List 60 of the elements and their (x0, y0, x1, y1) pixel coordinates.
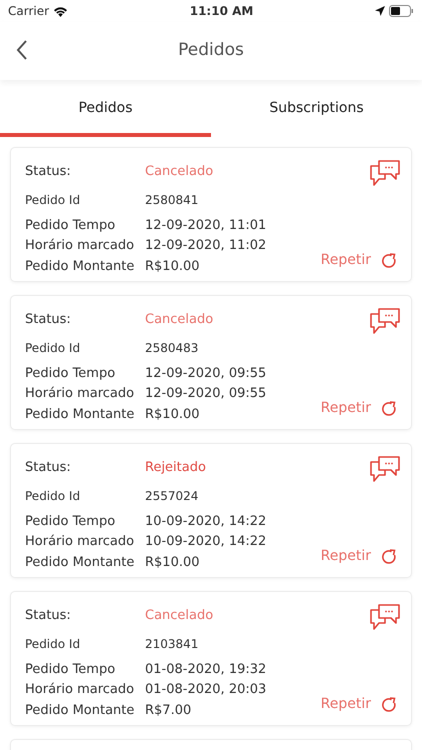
field-value: 12-09-2020, 09:55 (145, 364, 266, 382)
status-value: Cancelado (145, 311, 214, 329)
tab[interactable]: Pedidos (0, 80, 211, 137)
status-label: Status: (25, 459, 72, 477)
battery-icon (389, 5, 414, 17)
field-value: 12-09-2020, 11:01 (145, 216, 266, 234)
field-value: R$10.00 (145, 258, 200, 276)
field-label: Pedido Id (25, 192, 82, 208)
status-value: Cancelado (145, 163, 214, 181)
carrier-label: Carrier (8, 3, 50, 20)
repeat-button[interactable]: Repetir (320, 546, 397, 567)
chat-icon[interactable] (369, 456, 401, 484)
chat-icon[interactable] (369, 160, 401, 188)
field-value: 10-09-2020, 14:22 (145, 533, 266, 551)
field-value: 2580841 (145, 192, 198, 208)
field-value: R$7.00 (145, 702, 192, 720)
field-value: R$10.00 (145, 406, 200, 424)
field-label: Horário marcado (25, 237, 136, 255)
refresh-icon (381, 252, 397, 268)
refresh-icon (381, 400, 397, 416)
chat-icon[interactable] (369, 308, 401, 336)
status-label: Status: (25, 163, 72, 181)
status-value: Rejeitado (145, 459, 206, 477)
status-label: Status: (25, 311, 72, 329)
field-label: Pedido Tempo (25, 364, 116, 382)
field-label: Pedido Id (25, 488, 82, 504)
repeat-button[interactable]: Repetir (320, 250, 397, 271)
field-label: Pedido Tempo (25, 660, 116, 678)
wifi-icon (53, 6, 68, 16)
repeat-button[interactable]: Repetir (320, 694, 397, 715)
status-time: 11:10 AM (190, 3, 254, 20)
field-value: 12-09-2020, 11:02 (145, 237, 266, 255)
location-icon (375, 6, 385, 16)
field-label: Horário marcado (25, 533, 136, 551)
field-value: 10-09-2020, 14:22 (145, 512, 266, 530)
refresh-icon (381, 548, 397, 564)
field-value: 01-08-2020, 20:03 (145, 681, 266, 699)
field-label: Pedido Montante (25, 554, 136, 572)
field-label: Horário marcado (25, 385, 136, 403)
field-value: 12-09-2020, 09:55 (145, 385, 266, 403)
tab[interactable]: Subscriptions (211, 80, 422, 137)
page-title: Pedidos (178, 39, 244, 62)
field-value: 2103841 (145, 636, 198, 652)
chat-icon[interactable] (369, 604, 401, 632)
field-value: 2580483 (145, 340, 198, 356)
field-label: Pedido Tempo (25, 512, 116, 530)
field-label: Pedido Montante (25, 258, 136, 276)
field-label: Pedido Id (25, 636, 82, 652)
refresh-icon (381, 696, 397, 712)
field-label: Pedido Tempo (25, 216, 116, 234)
field-label: Horário marcado (25, 681, 136, 699)
field-label: Pedido Montante (25, 702, 136, 720)
field-label: Pedido Id (25, 340, 82, 356)
repeat-button[interactable]: Repetir (320, 398, 397, 419)
field-label: Pedido Montante (25, 406, 136, 424)
field-value: 2557024 (145, 488, 198, 504)
status-value: Cancelado (145, 607, 214, 625)
field-value: R$10.00 (145, 554, 200, 572)
status-label: Status: (25, 607, 72, 625)
field-value: 01-08-2020, 19:32 (145, 660, 266, 678)
